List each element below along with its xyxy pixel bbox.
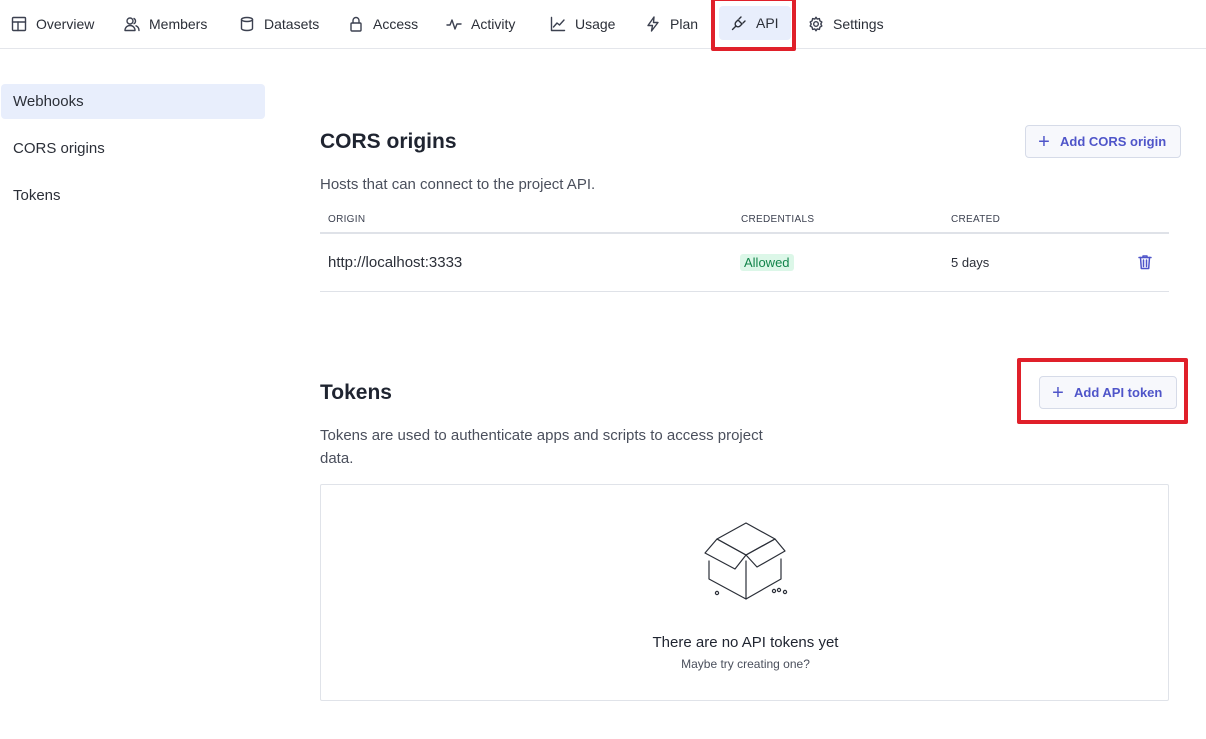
tab-usage[interactable]: Usage <box>550 0 615 47</box>
status-badge: Allowed <box>740 254 794 271</box>
tab-label: Members <box>149 15 208 32</box>
add-cors-origin-button[interactable]: + Add CORS origin <box>1025 125 1182 158</box>
trash-icon <box>1138 255 1152 270</box>
created-cell: 5 days <box>951 255 990 270</box>
tab-label: Settings <box>833 15 884 32</box>
empty-box-icon <box>704 522 788 600</box>
table-row-divider <box>320 291 1169 292</box>
description-line: Tokens are used to authenticate apps and… <box>320 427 763 444</box>
sidebar-item-cors-origins[interactable]: CORS origins <box>1 131 265 166</box>
tab-label: Access <box>373 15 419 32</box>
delete-origin-button[interactable] <box>1137 254 1153 270</box>
table-header-divider <box>320 232 1169 234</box>
tab-datasets[interactable]: Datasets <box>239 0 319 47</box>
tab-label: Overview <box>36 15 95 32</box>
description-line: data. <box>320 450 354 467</box>
cors-section-description: Hosts that can connect to the project AP… <box>320 176 596 193</box>
bolt-icon <box>647 15 659 32</box>
column-header-credentials: CREDENTIALS <box>741 214 815 225</box>
pulse-icon <box>446 18 462 30</box>
tab-plan[interactable]: Plan <box>645 0 698 47</box>
tab-overview[interactable]: Overview <box>11 0 94 47</box>
empty-state-title: There are no API tokens yet <box>652 634 839 651</box>
sidebar-item-label: Tokens <box>13 187 61 204</box>
button-label: Add CORS origin <box>1060 134 1167 149</box>
layout-icon <box>11 16 27 31</box>
add-api-token-button[interactable]: + Add API token <box>1039 376 1178 409</box>
empty-state-subtitle: Maybe try creating one? <box>681 657 810 671</box>
tab-access[interactable]: Access <box>348 0 418 47</box>
users-icon <box>124 16 140 31</box>
sidebar-item-webhooks[interactable]: Webhooks <box>1 84 265 119</box>
tokens-section-title: Tokens <box>320 381 392 404</box>
tab-label: Plan <box>670 15 699 32</box>
chart-icon <box>550 16 566 31</box>
lock-icon <box>350 16 362 32</box>
tab-api[interactable]: API <box>719 6 791 40</box>
tokens-section-description: Tokens are used to authenticate apps and… <box>320 424 763 470</box>
sidebar-item-tokens[interactable]: Tokens <box>1 178 265 213</box>
gear-icon <box>809 16 823 31</box>
tab-activity[interactable]: Activity <box>446 0 515 47</box>
tab-members[interactable]: Members <box>124 0 207 47</box>
plug-icon <box>731 16 746 31</box>
top-navigation: Overview Members Datasets Access Activit… <box>0 0 1206 49</box>
tab-label: Activity <box>471 15 516 32</box>
origin-cell: http://localhost:3333 <box>328 254 463 271</box>
tab-label: Datasets <box>264 15 320 32</box>
tab-label: Usage <box>575 15 616 32</box>
tab-label: API <box>756 15 779 31</box>
column-header-origin: ORIGIN <box>328 214 366 225</box>
cors-section-title: CORS origins <box>320 130 457 153</box>
plus-icon: + <box>1038 130 1050 153</box>
column-header-created: CREATED <box>951 214 1001 225</box>
button-label: Add API token <box>1074 385 1163 400</box>
plus-icon: + <box>1052 381 1064 404</box>
database-icon <box>240 16 254 31</box>
tab-settings[interactable]: Settings <box>808 0 884 47</box>
sidebar-item-label: Webhooks <box>13 93 84 110</box>
empty-state: There are no API tokens yet Maybe try cr… <box>320 484 1169 701</box>
sidebar-item-label: CORS origins <box>13 140 105 157</box>
